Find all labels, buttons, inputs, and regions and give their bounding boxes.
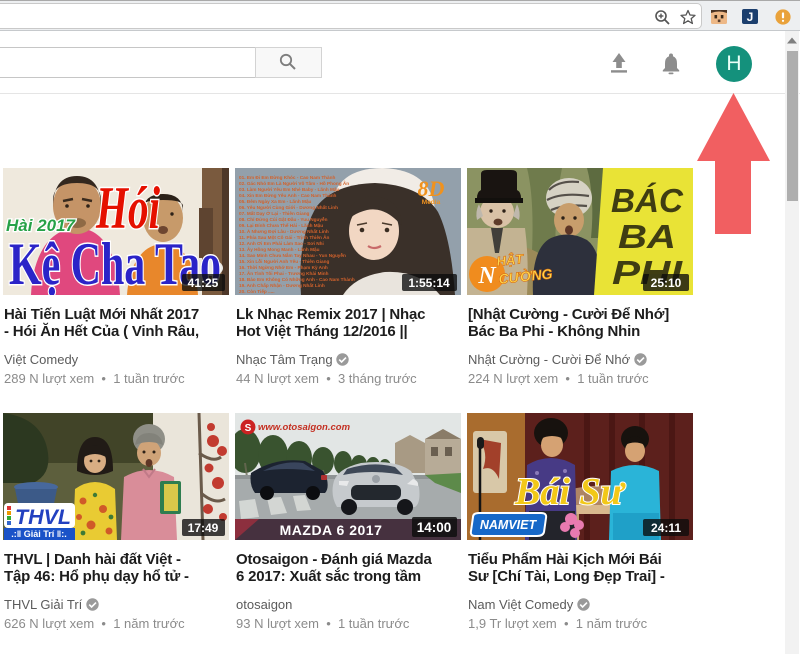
svg-text:10. À Nhưng Đợi Lâu - Dương Nh: 10. À Nhưng Đợi Lâu - Dương Nhất Linh (239, 228, 329, 234)
svg-text:12. Anh Ơi Em Phải Làm Sao - S: 12. Anh Ơi Em Phải Làm Sao - Sơi Nhi (239, 241, 324, 246)
svg-text:Media: Media (422, 199, 441, 206)
svg-text:17. Ân Tình Tôi Phai - Trương: 17. Ân Tình Tôi Phai - Trương Khải Minh (239, 270, 329, 276)
svg-text:07. Mất Dạy Ở Lại - Thiên Gian: 07. Mất Dạy Ở Lại - Thiên Giang (239, 210, 310, 216)
svg-text:41:25: 41:25 (188, 276, 219, 290)
svg-text:BÁC: BÁC (611, 182, 684, 219)
svg-text:BA: BA (618, 218, 676, 255)
svg-text:J: J (747, 10, 754, 24)
svg-text:25:10: 25:10 (651, 276, 682, 290)
svg-text:8D: 8D (418, 176, 445, 201)
svg-text:09. Lại Đính Chưa Thế Hải - Lã: 09. Lại Đính Chưa Thế Hải - Lãnh Mậu (239, 222, 323, 228)
svg-text:08. Chỉ Đứng Cúi Gật Đầu - Yuu: 08. Chỉ Đứng Cúi Gật Đầu - Yuu Nguyễn (239, 216, 328, 222)
svg-text:11. Phía Sau Một Cô Gái - Trịn: 11. Phía Sau Một Cô Gái - Trịnh Thiên Ân (239, 234, 330, 240)
svg-text:www.otosaigon.com: www.otosaigon.com (258, 422, 351, 433)
svg-text:17:49: 17:49 (188, 521, 219, 535)
svg-text:THVL: THVL (15, 506, 71, 529)
svg-text:20. Còn Tiếp .....: 20. Còn Tiếp ..... (239, 288, 275, 294)
svg-text:14. Sao Mình Chưa Nắm Tay Nhau: 14. Sao Mình Chưa Nắm Tay Nhau - Yun Ngu… (239, 252, 346, 258)
svg-text:02. Gác Nhỏ Em Là Người Vô Tâm: 02. Gác Nhỏ Em Là Người Vô Tâm - Hồ Phon… (239, 180, 349, 186)
svg-text:S: S (245, 423, 252, 434)
svg-text:16. Thời Ngừng Nhớ Em - Phạm K: 16. Thời Ngừng Nhớ Em - Phạm Kỳ Anh (239, 265, 328, 270)
svg-text:01. Em Đi Em Đừng Khóc - Cao N: 01. Em Đi Em Đừng Khóc - Cao Nam Thành (239, 175, 336, 180)
svg-text:04. Xin Em Đừng Yêu Anh - Cao: 04. Xin Em Đừng Yêu Anh - Cao Nam Thành (239, 193, 337, 198)
svg-text:1:55:14: 1:55:14 (408, 276, 450, 290)
svg-text:05. Đêm Ngày Xa Em - Lãnh Mậu: 05. Đêm Ngày Xa Em - Lãnh Mậu (239, 199, 312, 204)
svg-text:24:11: 24:11 (651, 521, 681, 535)
svg-text:Bái Sư: Bái Sư (514, 471, 627, 513)
svg-text:03. Làm Người Yêu Em Nhé Baby: 03. Làm Người Yêu Em Nhé Baby - Lãnh Mậu (239, 187, 340, 192)
svg-text:15. Xin Lỗi Người Anh Yêu - Th: 15. Xin Lỗi Người Anh Yêu - Thiên Giang (239, 258, 329, 264)
svg-text:14:00: 14:00 (417, 520, 452, 535)
svg-text:MAZDA 6 2017: MAZDA 6 2017 (280, 522, 383, 538)
svg-text:13. Ây Hồng Mong Manh - Lãnh M: 13. Ây Hồng Mong Manh - Lãnh Mậu (239, 246, 320, 252)
svg-text:19. Anh Chấp Nhận - Dương Nhất: 19. Anh Chấp Nhận - Dương Nhất Linh (239, 282, 325, 288)
svg-text:18. Bảo Em Không Có Những Anh: 18. Bảo Em Không Có Những Anh - Cao Nam … (239, 277, 355, 282)
svg-text:N: N (477, 263, 497, 289)
svg-text:HẬT: HẬT (496, 251, 525, 269)
svg-text:06. Yêu Người Cùng Giới - Dươn: 06. Yêu Người Cùng Giới - Dương Nhất Lin… (239, 204, 338, 210)
svg-text:.:‖ Giải Trí ‖:.: .:‖ Giải Trí ‖:. (11, 529, 66, 539)
svg-text:NAMVIET: NAMVIET (480, 518, 538, 532)
